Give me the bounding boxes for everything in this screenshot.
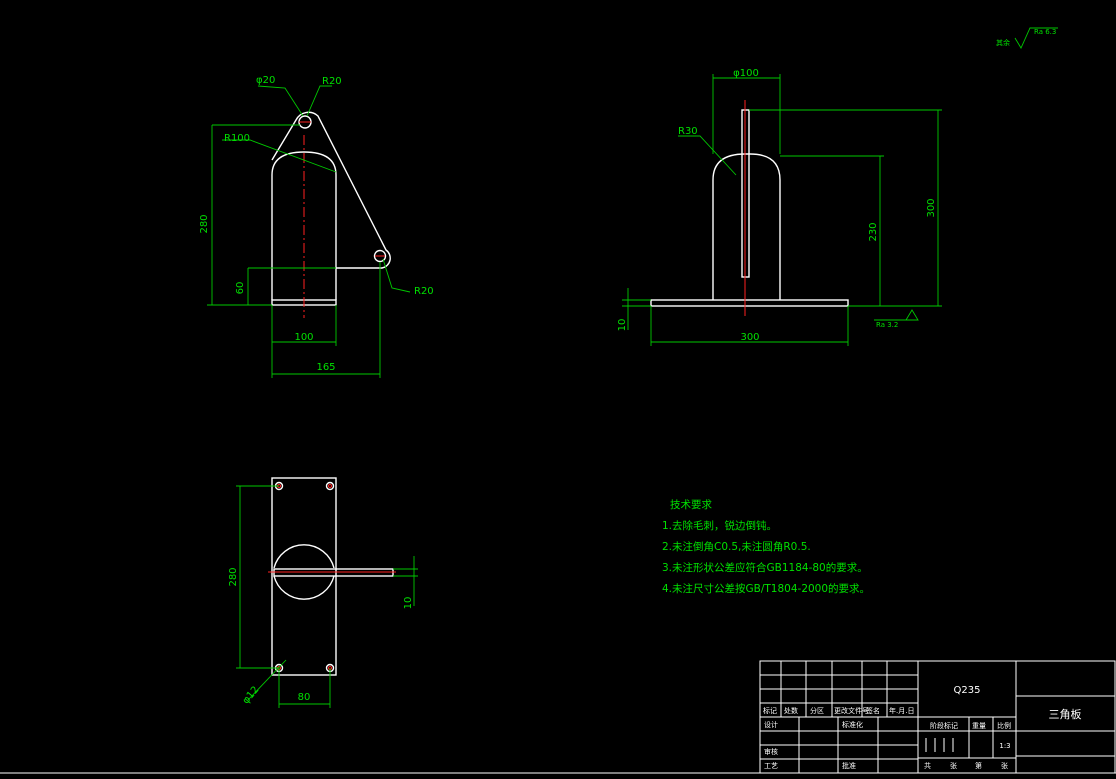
dim-hole-radius-top: R20: [322, 76, 342, 87]
front-view: φ20 R20 R100 280 60 R20 100 165: [199, 75, 434, 378]
tech-requirements: 技术要求 1.去除毛刺，锐边倒钝。 2.未注倒角C0.5,未注圆角R0.5. 3…: [662, 498, 870, 595]
tb-material: Q235: [954, 685, 981, 696]
drawing-canvas: φ20 R20 R100 280 60 R20 100 165 φ100 R30…: [0, 0, 1116, 779]
tech-req-item-3: 3.未注形状公差应符合GB1184-80的要求。: [662, 561, 868, 574]
tb-review: 审核: [764, 747, 778, 756]
tech-req-item-2: 2.未注倒角C0.5,未注圆角R0.5.: [662, 540, 811, 553]
tb-sheets-total: 共: [924, 761, 931, 770]
dim-side-fillet: R30: [678, 126, 698, 137]
roughness-rest-value: Ra 6.3: [1034, 28, 1056, 36]
tech-req-item-4: 4.未注尺寸公差按GB/T1804-2000的要求。: [662, 582, 870, 595]
tb-scale-label: 比例: [997, 721, 1011, 730]
tb-stage-mark: 阶段标记: [930, 721, 958, 730]
tb-approve: 批准: [842, 761, 856, 770]
dim-front-height: 280: [199, 214, 210, 233]
side-view: φ100 R30 230 300 10 300 Ra 3.2: [617, 68, 942, 346]
roughness-rest-label: 其余: [996, 38, 1010, 47]
dim-base-height: 60: [235, 282, 246, 295]
tb-sheet: 张: [950, 761, 957, 770]
dim-side-height-300: 300: [926, 198, 937, 217]
dim-hole-dia: φ20: [256, 75, 275, 86]
tb-label-sign: 签名: [866, 706, 880, 715]
dim-hole-radius-right: R20: [414, 286, 434, 297]
cad-drawing: φ20 R20 R100 280 60 R20 100 165 φ100 R30…: [0, 27, 1116, 774]
tb-sheet-unit: 张: [1001, 761, 1008, 770]
title-block: Q235 三角板 1:3 标记 处数 分区 更改文件号 签名 年.月.日 设计 …: [0, 660, 1116, 774]
dim-top-hole-spacing: 80: [298, 692, 311, 703]
side-base-plate: [650, 299, 849, 307]
dim-front-total-width: 165: [316, 362, 335, 373]
tb-scale: 1:3: [999, 742, 1010, 750]
dim-side-thickness: φ100: [733, 68, 759, 79]
tb-label-change: 更改文件号: [834, 706, 869, 715]
tb-label-mark: 标记: [763, 706, 777, 715]
tb-part-name: 三角板: [1049, 707, 1082, 721]
dim-arc-radius: R100: [224, 133, 250, 144]
tech-req-title: 技术要求: [670, 498, 712, 511]
tb-design: 设计: [764, 720, 778, 729]
surface-finish-note: 其余 Ra 6.3: [996, 27, 1058, 49]
dim-top-rib-thickness: 10: [403, 597, 414, 610]
tb-label-count: 处数: [784, 706, 798, 715]
top-view: 280 10 φ12 80: [228, 477, 418, 708]
tb-label-date: 年.月.日: [889, 706, 914, 715]
tb-sheet-no: 第: [975, 761, 982, 770]
roughness-base: Ra 3.2: [876, 321, 898, 329]
dim-top-length: 280: [228, 567, 239, 586]
dim-side-height-230: 230: [868, 222, 879, 241]
tech-req-item-1: 1.去除毛刺，锐边倒钝。: [662, 519, 777, 532]
dim-side-base-thickness: 10: [617, 319, 628, 332]
tb-process: 工艺: [764, 762, 778, 770]
dim-front-width: 100: [294, 332, 313, 343]
tb-label-zone: 分区: [810, 706, 824, 715]
front-rib: [271, 111, 391, 269]
dim-top-hole-dia: φ12: [241, 684, 262, 706]
side-upright: [712, 153, 781, 300]
dim-side-base-width: 300: [740, 332, 759, 343]
tb-weight: 重量: [972, 722, 986, 730]
tb-standardize: 标准化: [842, 720, 863, 729]
